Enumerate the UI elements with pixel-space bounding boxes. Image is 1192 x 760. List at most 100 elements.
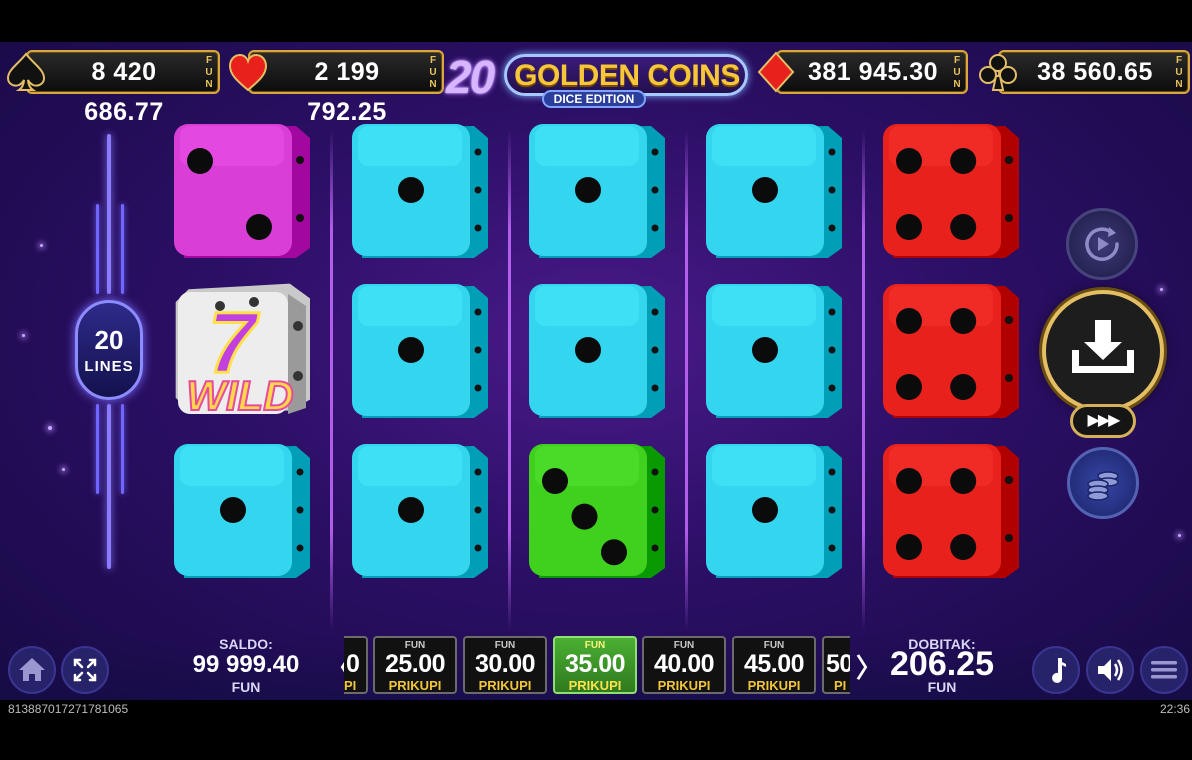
bet-option[interactable]: FUN 30.00 PRIKUPI (463, 636, 547, 694)
die-side-pip (1005, 374, 1013, 382)
die-pip (896, 148, 922, 174)
download-arrow-icon (1072, 320, 1134, 373)
bet-label: PRIKUPI (568, 678, 622, 693)
jackpot-spade: 8 420 686.77 FUN (4, 46, 220, 126)
die-side-pip (828, 468, 836, 476)
die-side-pip (474, 186, 482, 194)
bet-option[interactable]: FUN 40.00 PRIKUPI (642, 636, 726, 694)
home-button[interactable] (8, 646, 56, 694)
bet-option-partial[interactable]: 0 PI (344, 636, 368, 694)
jackpot-currency: FUN (205, 55, 213, 90)
die-side-pip (828, 186, 836, 194)
game-area: 8 420 686.77 FUN 2 199 792.25 FUN 381 94… (0, 42, 1192, 700)
sparkle (22, 334, 25, 337)
jackpot-currency: FUN (429, 55, 437, 90)
die-side-pip (828, 346, 836, 354)
die-pip (752, 337, 778, 363)
win-currency: FUN (927, 679, 957, 695)
bet-settings-button[interactable] (1067, 447, 1139, 519)
die-1 (352, 284, 488, 418)
die-side-pip (651, 506, 659, 514)
lines-indicator-line (96, 404, 99, 494)
die-pip (950, 214, 977, 240)
lines-indicator-line (121, 204, 124, 294)
bet-option[interactable]: FUN 45.00 PRIKUPI (732, 636, 816, 694)
die-1 (706, 124, 842, 258)
lines-indicator-line (121, 404, 124, 494)
lines-count: 20 (94, 325, 124, 355)
die-pip (896, 468, 922, 494)
die-side-pip (651, 468, 659, 476)
autoplay-button[interactable] (1066, 208, 1138, 280)
die-1 (352, 124, 488, 258)
reel-divider (508, 130, 511, 630)
music-note-icon (1052, 658, 1066, 683)
die-side-pip (651, 148, 659, 156)
bet-option[interactable]: FUN 25.00 PRIKUPI (373, 636, 457, 694)
jackpot-frame: 2 199 792.25 FUN (248, 50, 444, 126)
jackpot-value: 381 945.30 (807, 58, 939, 86)
clock: 22:36 (1159, 702, 1190, 716)
die-side-pip (651, 308, 659, 316)
balance-label: SALDO: (219, 636, 273, 652)
sound-button[interactable] (1086, 646, 1134, 694)
wild-die: 7WILD (175, 283, 310, 420)
die-side-pip (474, 308, 482, 316)
die-side-pip (651, 384, 659, 392)
bet-option[interactable]: FUN 35.00 PRIKUPI (553, 636, 637, 694)
die-side-pip (474, 346, 482, 354)
die-1 (174, 444, 310, 578)
jackpot-value: 38 560.65 (1037, 58, 1153, 86)
die-4 (883, 444, 1019, 578)
bet-value: 50 (826, 650, 850, 678)
bet-value: 30.00 (474, 650, 536, 678)
jackpot-currency: FUN (953, 55, 961, 90)
die-1 (706, 284, 842, 418)
die-side-pip (474, 506, 482, 514)
die-1 (529, 284, 665, 418)
die-pip (398, 337, 424, 363)
music-button[interactable] (1032, 646, 1080, 694)
turbo-button[interactable]: ▶▶▶ (1070, 404, 1136, 438)
spin-button[interactable] (1042, 290, 1164, 412)
die-side-pip (828, 544, 836, 552)
die-side-pip (651, 346, 659, 354)
die-side-pip (1005, 476, 1013, 484)
die-side-pip (828, 506, 836, 514)
balance-value: 99 999.40 (192, 651, 300, 678)
die-pip (752, 497, 778, 523)
lines-label: LINES (84, 358, 134, 375)
die-side-pip (651, 544, 659, 552)
die-side-pip (296, 214, 304, 222)
die-pip (575, 337, 601, 363)
session-id: 813887017271781065 (8, 702, 129, 716)
die-1 (706, 444, 842, 578)
lines-badge: 20 LINES (75, 300, 143, 400)
bet-value: 0 (346, 650, 360, 678)
spade-icon (6, 52, 46, 91)
lines-indicator-line (107, 134, 111, 294)
die-pip (601, 539, 627, 566)
bet-option-partial[interactable]: 50 PI (822, 636, 850, 694)
die-pip (542, 468, 568, 494)
bet-value: 45.00 (743, 650, 805, 678)
die-side-pip (474, 468, 482, 476)
lines-indicator-line (96, 204, 99, 294)
die-pip (896, 534, 922, 560)
bet-label: PRIKUPI (747, 678, 801, 693)
bet-value: 40.00 (653, 650, 715, 678)
die-side-pip (1005, 534, 1013, 542)
jackpot-club: 38 560.65 FUN (976, 46, 1190, 98)
die-side-pip (828, 308, 836, 316)
heart-icon (228, 53, 268, 92)
die-pip (398, 177, 424, 203)
bet-label: PI (834, 678, 847, 693)
home-icon (19, 658, 45, 681)
menu-button[interactable] (1140, 646, 1188, 694)
die-pip (950, 148, 977, 174)
die-pip (896, 374, 922, 400)
fullscreen-button[interactable] (61, 646, 109, 694)
bet-label: PRIKUPI (478, 678, 532, 693)
die-1 (352, 444, 488, 578)
jackpot-value: 2 199 792.25 (307, 58, 387, 126)
